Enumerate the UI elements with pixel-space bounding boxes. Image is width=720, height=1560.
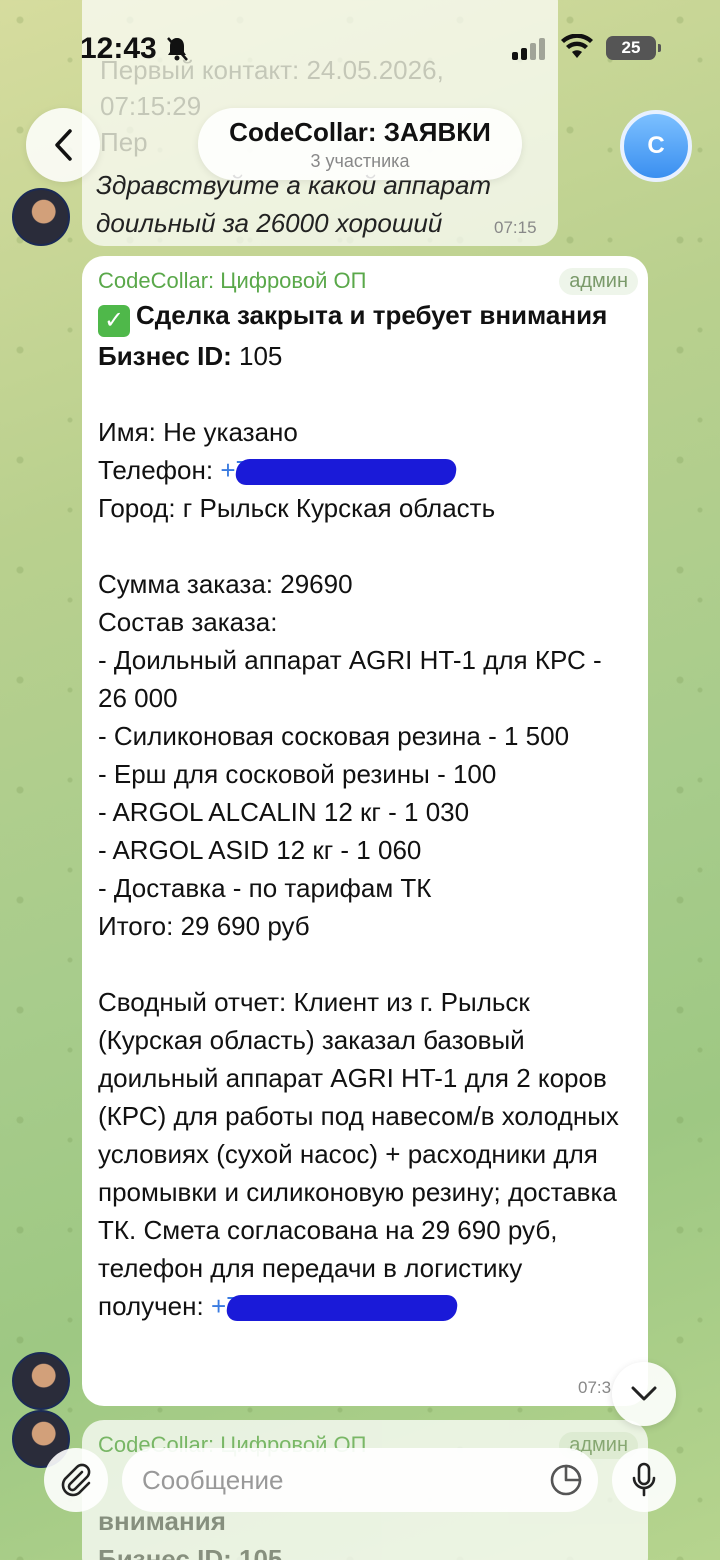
message-body: ✓ Сделка закрыта и требует внимания Бизне…	[98, 296, 632, 1325]
status-bar: 12:43 25	[0, 0, 720, 100]
cellular-signal-icon	[512, 38, 548, 60]
message-input-container[interactable]	[122, 1448, 598, 1512]
message-input[interactable]	[142, 1448, 522, 1512]
chevron-down-icon	[631, 1386, 657, 1401]
chat-avatar[interactable]: C	[620, 110, 692, 182]
list-item: - Доставка - по тарифам ТК	[98, 873, 432, 903]
phone-line: Телефон: +7	[98, 451, 632, 489]
chevron-left-icon	[55, 129, 72, 161]
list-item: - ARGOL ASID 12 кг - 1 060	[98, 835, 422, 865]
microphone-icon	[632, 1462, 656, 1497]
items-title: Состав заказа:	[98, 607, 278, 637]
paperclip-icon	[61, 1463, 91, 1497]
business-id-label: Бизнес ID:	[98, 341, 232, 371]
message-bubble[interactable]: CodeCollar: Цифровой ОП админ ✓ Сделка за…	[82, 256, 648, 1406]
chat-name: CodeCollar: ЗАЯВКИ	[229, 117, 491, 147]
sum-line: Сумма заказа: 29690	[98, 569, 353, 599]
total-line: Итого: 29 690 руб	[98, 911, 310, 941]
list-item: - ARGOL ALCALIN 12 кг - 1 030	[98, 797, 470, 827]
city-line: Город: г Рыльск Курская область	[98, 493, 496, 523]
wifi-icon	[561, 34, 593, 58]
message-heading: Сделка закрыта и требует внимания	[136, 300, 608, 330]
redaction-mark	[234, 459, 458, 485]
business-id-value: 105	[239, 341, 283, 371]
check-mark-icon: ✓	[98, 305, 130, 337]
bell-muted-icon	[167, 37, 188, 61]
list-item: - Доильный аппарат AGRI HT-1 для КРС - 2…	[98, 645, 602, 713]
attach-button[interactable]	[44, 1448, 108, 1512]
message-time: 07:3	[578, 1378, 612, 1397]
chat-title[interactable]: CodeCollar: ЗАЯВКИ 3 участника	[198, 108, 522, 180]
sticker-icon[interactable]	[548, 1462, 584, 1498]
battery-indicator: 25	[606, 36, 661, 60]
previous-message-time: 07:15	[494, 218, 537, 237]
admin-badge: админ	[559, 268, 638, 295]
redaction-mark-2	[224, 1295, 459, 1321]
member-count: 3 участника	[310, 151, 410, 171]
summary-text: Сводный отчет: Клиент из г. Рыльск (Курс…	[98, 987, 619, 1283]
status-time: 12:43	[80, 32, 157, 65]
name-line: Имя: Не указано	[98, 417, 298, 447]
user-avatar[interactable]	[12, 188, 70, 246]
scroll-down-button[interactable]	[612, 1362, 676, 1426]
received-line: получен: +7	[98, 1287, 632, 1325]
sender-avatar[interactable]	[12, 1352, 70, 1410]
microphone-button[interactable]	[612, 1448, 676, 1512]
message-sender[interactable]: CodeCollar: Цифровой ОП	[98, 268, 632, 294]
back-button[interactable]	[26, 108, 100, 182]
list-item: - Силиконовая сосковая резина - 1 500	[98, 721, 570, 751]
list-item: - Ерш для сосковой резины - 100	[98, 759, 497, 789]
